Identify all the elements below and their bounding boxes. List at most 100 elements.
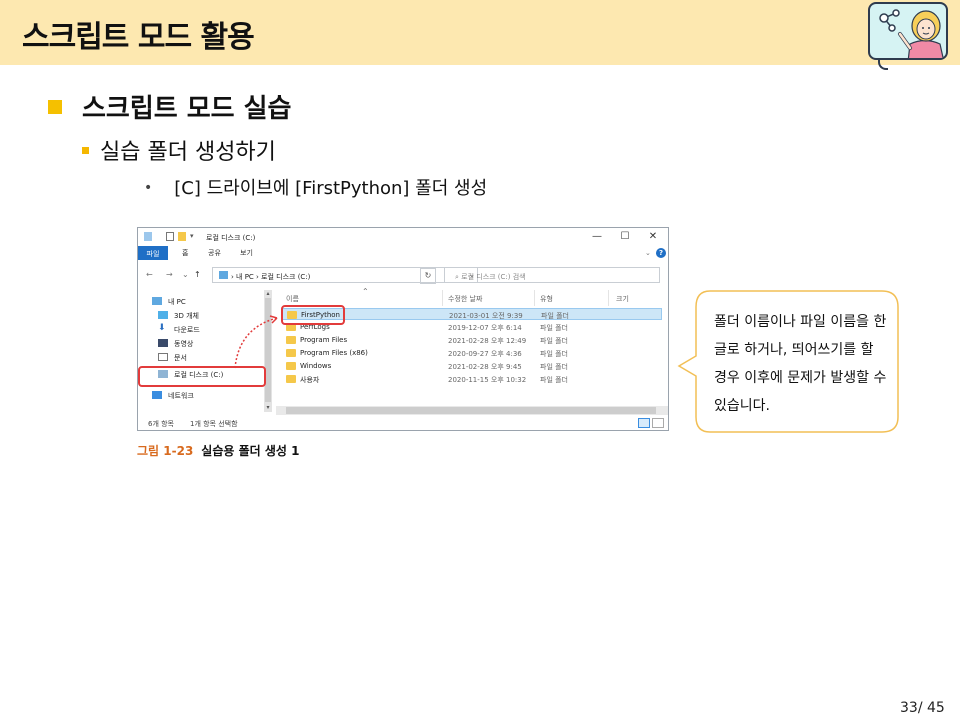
sidebar-item-label: 문서 — [174, 354, 187, 362]
file-date: 2019-12-07 오후 6:14 — [448, 324, 522, 332]
this-pc-icon — [219, 271, 228, 279]
column-divider — [608, 290, 609, 306]
file-date: 2021-02-28 오후 12:49 — [448, 337, 527, 345]
cube-icon — [158, 311, 168, 319]
speech-bubble: 폴더 이름이나 파일 이름을 한글로 하거나, 띄어쓰기를 할 경우 이후에 문… — [676, 290, 900, 434]
column-header-name[interactable]: 이름 — [286, 294, 299, 304]
back-arrow-icon[interactable]: ← — [146, 270, 153, 279]
file-row[interactable]: Program Files 2021-02-28 오후 12:49 파일 폴더 — [282, 334, 662, 346]
drive-icon — [144, 232, 152, 241]
forward-arrow-icon[interactable]: → — [166, 270, 173, 279]
scroll-down-icon[interactable]: ▾ — [264, 404, 272, 411]
status-bar: 6개 항목 1개 항목 선택함 — [138, 416, 668, 430]
quick-access-toolbar: ▾ — [144, 232, 206, 242]
computer-icon — [152, 297, 162, 305]
sort-arrow-icon: ⌃ — [362, 287, 369, 296]
properties-icon[interactable] — [166, 232, 174, 241]
download-icon: ⬇ — [158, 323, 166, 333]
figure-number: 그림 1-23 — [137, 444, 194, 458]
sidebar-item-label: 3D 개체 — [174, 312, 199, 320]
square-bullet-icon — [48, 100, 62, 114]
slide: 스크립트 모드 활용 스크립트 모드 실습 실습 폴더 생성하기 • [C] 드라… — [0, 0, 960, 720]
search-placeholder: 로컬 디스크 (C:) 검색 — [461, 273, 526, 281]
horizontal-scrollbar[interactable] — [276, 406, 668, 415]
tab-view[interactable]: 보기 — [240, 248, 253, 258]
ribbon-tabs: 파일 홈 공유 보기 ⌄ ? — [138, 246, 668, 260]
column-divider — [442, 290, 443, 306]
file-name: 사용자 — [300, 376, 320, 384]
file-type: 파일 폴더 — [540, 324, 568, 332]
sidebar-item-label: 네트워크 — [168, 392, 194, 400]
column-header-size[interactable]: 크기 — [616, 294, 629, 304]
file-name: Windows — [300, 362, 332, 370]
small-square-bullet-icon — [82, 147, 89, 154]
mascot-frame-tail — [878, 58, 888, 70]
tab-share[interactable]: 공유 — [208, 248, 221, 258]
dotted-arrow-icon — [234, 315, 278, 369]
tab-home[interactable]: 홈 — [182, 248, 188, 258]
file-row[interactable]: 사용자 2020-11-15 오후 10:32 파일 폴더 — [282, 373, 662, 385]
column-header-date[interactable]: 수정한 날짜 — [448, 294, 482, 304]
mascot-illustration — [868, 2, 948, 60]
minimize-button[interactable]: — — [590, 231, 604, 242]
file-type: 파일 폴더 — [540, 337, 568, 345]
up-arrow-icon[interactable]: ↑ — [194, 270, 201, 279]
selection-count: 1개 항목 선택함 — [190, 420, 238, 428]
page-number: 33/ 45 — [900, 700, 945, 716]
file-type: 파일 폴더 — [540, 376, 568, 384]
slide-title: 스크립트 모드 활용 — [22, 20, 255, 55]
bullet-level2: 실습 폴더 생성하기 — [82, 134, 276, 166]
dot-bullet-icon: • — [144, 180, 153, 196]
details-view-icon[interactable] — [638, 418, 650, 428]
new-folder-icon[interactable] — [178, 232, 186, 241]
figure-title: 실습용 폴더 생성 1 — [201, 444, 300, 458]
sidebar-item-label: 동영상 — [174, 340, 194, 348]
bullet-level3-text: [C] 드라이브에 [FirstPython] 폴더 생성 — [174, 178, 488, 199]
title-bar: 스크립트 모드 활용 — [0, 0, 960, 65]
explorer-title-bar: ▾ 로컬 디스크 (C:) — ☐ ✕ — [138, 228, 668, 246]
file-date: 2020-11-15 오후 10:32 — [448, 376, 527, 384]
file-date: 2021-02-28 오후 9:45 — [448, 363, 522, 371]
bullet-level3: • [C] 드라이브에 [FirstPython] 폴더 생성 — [144, 174, 487, 200]
bullet-level2-text: 실습 폴더 생성하기 — [100, 140, 276, 165]
expand-ribbon-icon[interactable]: ⌄ — [645, 249, 651, 257]
scrollbar-thumb[interactable] — [286, 407, 656, 414]
file-row[interactable]: Windows 2021-02-28 오후 9:45 파일 폴더 — [282, 360, 662, 372]
bullet-level1: 스크립트 모드 실습 — [48, 88, 291, 125]
address-row: ← → ⌄ ↑ › 내 PC › 로컬 디스크 (C:) ⌄ ↻ ⌕ 로컬 디스… — [138, 264, 668, 286]
column-divider — [534, 290, 535, 306]
video-icon — [158, 339, 168, 347]
recent-locations-icon[interactable]: ⌄ — [182, 270, 189, 279]
address-path: › 내 PC › 로컬 디스크 (C:) — [231, 273, 311, 281]
scroll-up-icon[interactable]: ▴ — [264, 290, 272, 297]
figure-caption: 그림 1-23 실습용 폴더 생성 1 — [137, 442, 299, 459]
file-type: 파일 폴더 — [541, 312, 569, 320]
search-input[interactable]: ⌕ 로컬 디스크 (C:) 검색 — [444, 267, 660, 283]
folder-icon — [286, 375, 296, 383]
explorer-window-title: 로컬 디스크 (C:) — [206, 234, 256, 242]
column-header-type[interactable]: 유형 — [540, 294, 553, 304]
address-bar[interactable]: › 내 PC › 로컬 디스크 (C:) ⌄ — [212, 267, 478, 283]
speech-bubble-text: 폴더 이름이나 파일 이름을 한글로 하거나, 띄어쓰기를 할 경우 이후에 문… — [714, 314, 887, 414]
file-name: Program Files (x86) — [300, 349, 368, 357]
file-type: 파일 폴더 — [540, 363, 568, 371]
item-count: 6개 항목 — [148, 420, 174, 428]
customize-toolbar-icon[interactable]: ▾ — [190, 232, 198, 241]
document-icon — [158, 353, 168, 361]
close-button[interactable]: ✕ — [646, 231, 660, 242]
network-icon — [152, 391, 162, 399]
file-date: 2020-09-27 오후 4:36 — [448, 350, 522, 358]
refresh-button[interactable]: ↻ — [420, 268, 436, 284]
file-name: Program Files — [300, 336, 348, 344]
maximize-button[interactable]: ☐ — [618, 231, 632, 242]
file-row[interactable]: Program Files (x86) 2020-09-27 오후 4:36 파… — [282, 347, 662, 359]
file-type: 파일 폴더 — [540, 350, 568, 358]
large-icons-view-icon[interactable] — [652, 418, 664, 428]
sidebar-item-label: 내 PC — [168, 298, 186, 306]
sidebar-item-label: 다운로드 — [174, 326, 200, 334]
file-explorer-screenshot: ▾ 로컬 디스크 (C:) — ☐ ✕ 파일 홈 공유 보기 ⌄ ? ← → ⌄… — [137, 227, 669, 431]
tab-file[interactable]: 파일 — [138, 246, 168, 260]
file-date: 2021-03-01 오전 9:39 — [449, 312, 523, 320]
help-icon[interactable]: ? — [656, 248, 666, 258]
bullet-level1-text: 스크립트 모드 실습 — [82, 94, 292, 124]
